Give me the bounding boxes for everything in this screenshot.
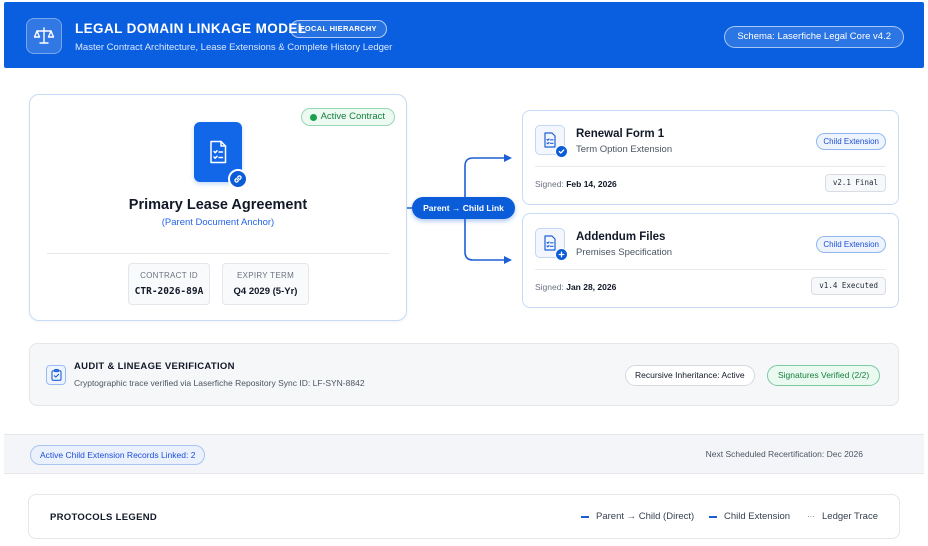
contract-id-box: CONTRACT ID CTR-2026-89A (128, 263, 210, 305)
parent-child-link-pill[interactable]: Parent → Child Link (412, 197, 515, 219)
checklist-document-icon (535, 228, 568, 261)
focal-hierarchy-badge: FOCAL HIERARCHY (290, 20, 387, 38)
checklist-document-icon (535, 125, 568, 158)
legend-item-ledger-trace: ··· Ledger Trace (807, 511, 878, 522)
child-extension-badge: Child Extension (816, 236, 886, 253)
protocols-legend: PROTOCOLS LEGEND Parent → Child (Direct)… (28, 494, 900, 539)
child-subtitle: Term Option Extension (576, 144, 673, 155)
contract-id-label: CONTRACT ID (140, 271, 198, 280)
legend-label: Child Extension (724, 511, 791, 522)
plus-icon (555, 248, 568, 261)
child-card-renewal[interactable]: Renewal Form 1 Term Option Extension Chi… (522, 110, 899, 205)
expiry-term-box: EXPIRY TERM Q4 2029 (5-Yr) (222, 263, 309, 305)
dotted-line-icon: ··· (807, 512, 815, 521)
version-badge: v2.1 Final (824, 174, 886, 192)
child-title: Addendum Files (576, 231, 666, 243)
signed-date: Signed: Jan 28, 2026 (535, 282, 616, 292)
divider (47, 253, 389, 254)
child-card-addendum[interactable]: Addendum Files Premises Specification Ch… (522, 213, 899, 308)
legend-item-parent-child: Parent → Child (Direct) (581, 511, 694, 522)
status-label: Active Contract (320, 111, 385, 122)
recertification-text: Next Scheduled Recertification: Dec 2026 (705, 449, 863, 459)
contract-id-value: CTR-2026-89A (134, 286, 204, 297)
recursive-inheritance-badge[interactable]: Recursive Inheritance: Active (625, 365, 755, 386)
primary-title: Primary Lease Agreement (128, 197, 308, 213)
page-title: LEGAL DOMAIN LINKAGE MODEL (75, 21, 307, 36)
child-title: Renewal Form 1 (576, 128, 665, 140)
divider (535, 269, 886, 270)
clipboard-check-icon (46, 365, 66, 385)
linked-records-badge[interactable]: Active Child Extension Records Linked: 2 (30, 445, 206, 465)
legend-label: Parent → Child (Direct) (596, 511, 695, 522)
divider (535, 166, 886, 167)
solid-line-icon (709, 515, 717, 518)
app-header: LEGAL DOMAIN LINKAGE MODEL FOCAL HIERARC… (4, 2, 924, 68)
signed-value: Jan 28, 2026 (566, 282, 617, 292)
version-badge: v1.4 Executed (811, 277, 886, 295)
expiry-term-value: Q4 2029 (5-Yr) (233, 286, 298, 297)
legend-item-child-extension: Child Extension (709, 511, 790, 522)
status-dot-icon (309, 113, 317, 121)
page-subtitle: Master Contract Architecture, Lease Exte… (75, 42, 393, 53)
schema-badge[interactable]: Schema: Laserfiche Legal Core v4.2 (724, 26, 904, 48)
expiry-term-label: EXPIRY TERM (236, 271, 295, 280)
audit-title: AUDIT & LINEAGE VERIFICATION (74, 361, 235, 372)
primary-subtitle: (Parent Document Anchor) (161, 217, 275, 228)
link-icon (228, 169, 248, 189)
check-icon (555, 145, 568, 158)
scales-icon (26, 18, 62, 54)
child-subtitle: Premises Specification (576, 247, 673, 258)
audit-panel: AUDIT & LINEAGE VERIFICATION Cryptograph… (29, 343, 899, 406)
signed-value: Feb 14, 2026 (566, 179, 617, 189)
status-bar: Active Child Extension Records Linked: 2… (4, 434, 924, 474)
child-extension-badge: Child Extension (816, 133, 886, 150)
status-badge: Active Contract (300, 108, 395, 126)
legend-title: PROTOCOLS LEGEND (50, 512, 158, 523)
signed-label: Signed: (535, 282, 564, 292)
solid-line-icon (581, 515, 589, 518)
signatures-verified-badge[interactable]: Signatures Verified (2/2) (767, 365, 881, 386)
signed-date: Signed: Feb 14, 2026 (535, 179, 617, 189)
audit-subtitle: Cryptographic trace verified via Laserfi… (74, 378, 365, 388)
signed-label: Signed: (535, 179, 564, 189)
legend-label: Ledger Trace (822, 511, 878, 522)
primary-document-card[interactable]: Active Contract Primary Lease Agreement … (29, 94, 407, 321)
